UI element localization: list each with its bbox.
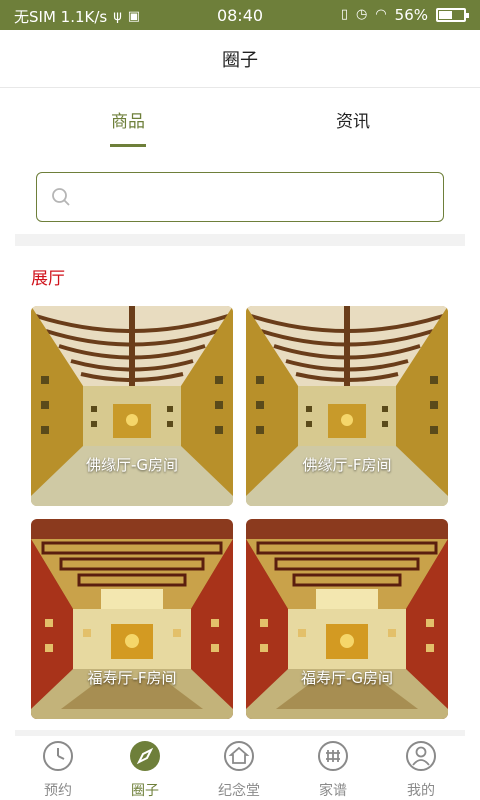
tabbar-item-memorial[interactable]: 纪念堂 — [199, 740, 279, 800]
hall-image — [246, 306, 448, 506]
header: 圈子 — [0, 30, 480, 88]
tab-bar-top: 商品 资讯 — [0, 89, 480, 149]
alarm-icon: ◷ — [355, 7, 368, 22]
hall-card[interactable]: 福寿厅-F房间 — [31, 519, 233, 719]
battery-text: 56% — [394, 6, 428, 24]
tab-news[interactable]: 资讯 — [303, 107, 403, 132]
user-icon — [406, 741, 436, 771]
hall-image — [31, 306, 233, 506]
tabbar-label: 我的 — [407, 783, 435, 799]
vibrate-icon: ▯ — [340, 7, 348, 22]
search-icon — [52, 188, 70, 206]
tabbar-label: 预约 — [44, 783, 72, 799]
tabbar-item-appointment[interactable]: 预约 — [18, 740, 98, 800]
hall-image — [31, 519, 233, 719]
tabbar-label: 圈子 — [131, 783, 159, 799]
tabbar-label: 纪念堂 — [218, 783, 260, 799]
tab-indicator — [110, 144, 146, 147]
clock-icon — [43, 741, 73, 771]
page-title: 圈子 — [222, 50, 258, 71]
hall-card-label: 福寿厅-F房间 — [87, 669, 177, 687]
section-title: 展厅 — [31, 269, 65, 289]
hall-card[interactable]: 佛缘厅-G房间 — [31, 306, 233, 506]
tabbar-label: 家谱 — [319, 783, 347, 799]
status-right: ▯ ◷ ◠ 56% — [340, 6, 469, 24]
hall-card[interactable]: 福寿厅-G房间 — [246, 519, 448, 719]
search-input[interactable] — [36, 172, 444, 222]
tab-goods[interactable]: 商品 — [78, 107, 178, 132]
wifi-icon: ◠ — [375, 7, 387, 22]
bottom-tab-bar: 预约 圈子 纪念堂 家谱 我的 — [0, 736, 480, 800]
tabbar-item-genealogy[interactable]: 家谱 — [293, 740, 373, 800]
battery-icon — [436, 8, 469, 22]
home-icon — [224, 741, 254, 771]
hall-card-label: 福寿厅-G房间 — [300, 669, 394, 687]
compass-icon — [130, 741, 160, 771]
hall-image — [246, 519, 448, 719]
status-bar: 无SIM 1.1K/s ψ ▣ 08:40 ▯ ◷ ◠ 56% — [0, 0, 480, 30]
hall-card-label: 佛缘厅-F房间 — [302, 456, 392, 474]
hall-card[interactable]: 佛缘厅-F房间 — [246, 306, 448, 506]
grid-icon — [318, 741, 348, 771]
divider — [15, 234, 465, 246]
tabbar-item-circle[interactable]: 圈子 — [105, 740, 185, 800]
tabbar-item-mine[interactable]: 我的 — [381, 740, 461, 800]
hall-card-label: 佛缘厅-G房间 — [85, 456, 179, 474]
